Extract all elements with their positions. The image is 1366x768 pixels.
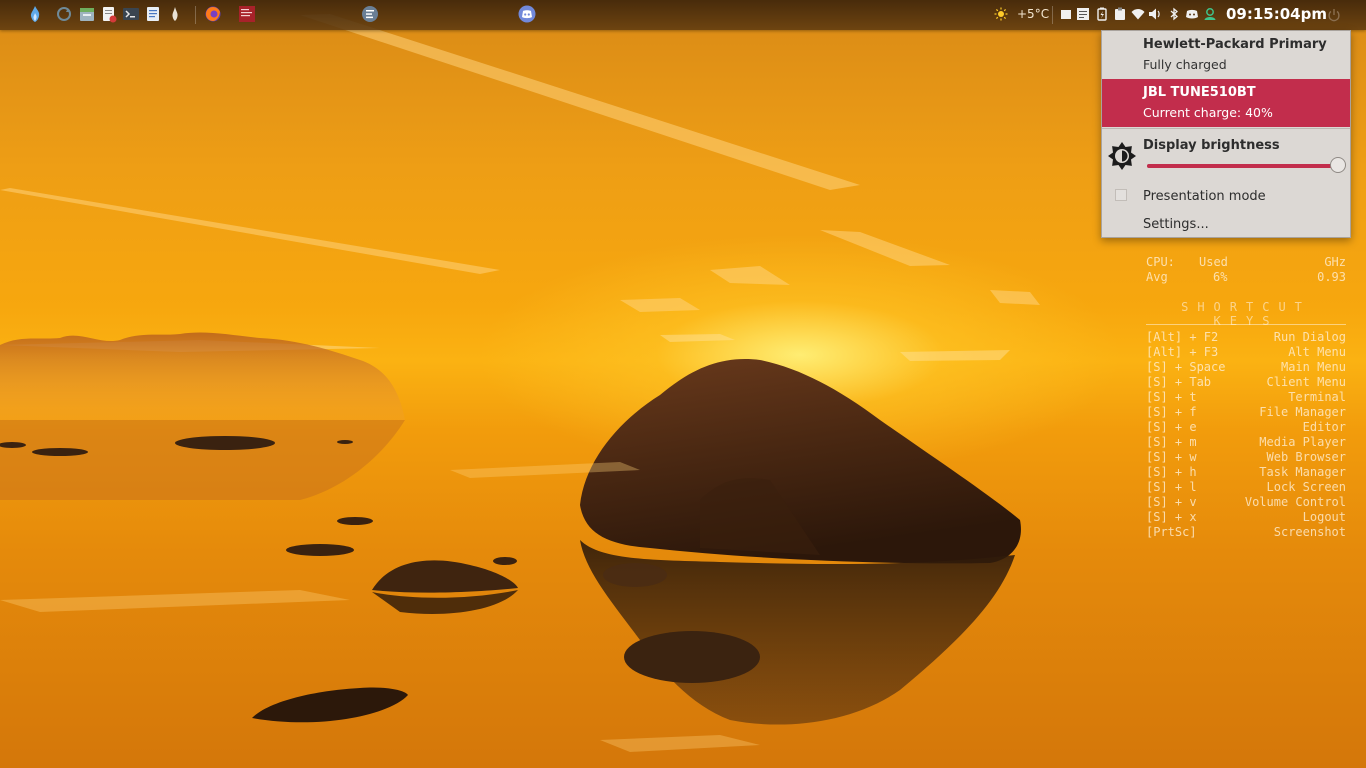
shortcut-key: [S] + Tab xyxy=(1146,375,1212,389)
file-manager-icon[interactable] xyxy=(78,5,96,23)
temperature-label[interactable]: +5°C xyxy=(1017,7,1049,21)
discord-tray-icon[interactable] xyxy=(1185,7,1199,21)
cpu-header-row: CPU: Used GHz xyxy=(1146,255,1346,270)
shortcut-row: [S] + Space Main Menu xyxy=(1146,360,1346,375)
cpu-avg-ghz: 0.93 xyxy=(1317,270,1346,284)
shortcut-row: [Alt] + F3 Alt Menu xyxy=(1146,345,1346,360)
settings-link[interactable]: Settings... xyxy=(1143,217,1209,232)
brightness-label: Display brightness xyxy=(1143,138,1280,153)
notes-icon[interactable] xyxy=(1076,7,1090,21)
shortcut-key: [S] + x xyxy=(1146,510,1197,524)
device-title: Hewlett-Packard Primary xyxy=(1143,37,1327,52)
shortcut-row: [S] + h Task Manager xyxy=(1146,465,1346,480)
shortcut-row: [S] + v Volume Control xyxy=(1146,495,1346,510)
terminal-icon[interactable] xyxy=(122,5,140,23)
window-icon[interactable] xyxy=(1059,7,1073,21)
battery-device-hewlett-packard[interactable]: Hewlett-Packard Primary Fully charged xyxy=(1102,31,1350,79)
battery-icon[interactable] xyxy=(1095,7,1109,21)
document-icon[interactable] xyxy=(144,5,162,23)
clipboard-icon[interactable] xyxy=(1113,7,1127,21)
device-status: Fully charged xyxy=(1143,57,1227,72)
shortcut-action: Lock Screen xyxy=(1266,480,1346,494)
brightness-icon xyxy=(1108,142,1136,170)
shortcut-row: [S] + l Lock Screen xyxy=(1146,480,1346,495)
shortcut-action: Alt Menu xyxy=(1288,345,1346,359)
shortcut-action: Run Dialog xyxy=(1273,330,1346,344)
shortcut-action: Volume Control xyxy=(1244,495,1346,509)
shortcut-key: [S] + t xyxy=(1146,390,1197,404)
shortcut-key: [PrtSc] xyxy=(1146,525,1197,539)
shortcut-divider xyxy=(1146,324,1346,325)
task-list-icon[interactable] xyxy=(361,5,379,23)
shortcut-row: [S] + e Editor xyxy=(1146,420,1346,435)
shortcut-key: [S] + e xyxy=(1146,420,1197,434)
shortcut-action: Logout xyxy=(1302,510,1346,524)
shortcut-action: Media Player xyxy=(1259,435,1346,449)
shortcut-row: [S] + f File Manager xyxy=(1146,405,1346,420)
cpu-avg-used: 6% xyxy=(1213,270,1228,284)
shortcut-key: [Alt] + F2 xyxy=(1146,330,1219,344)
battery-device-jbl[interactable]: JBL TUNE510BT Current charge: 40% xyxy=(1102,79,1350,127)
red-app-icon[interactable] xyxy=(238,5,256,23)
top-panel: +5°C 09:15:04pm xyxy=(0,0,1366,30)
cpu-avg-row: Avg 6% 0.93 xyxy=(1146,270,1346,285)
vpn-icon[interactable] xyxy=(1203,7,1217,21)
shortcut-key: [S] + m xyxy=(1146,435,1197,449)
cpu-avg-label: Avg xyxy=(1146,270,1168,284)
device-title: JBL TUNE510BT xyxy=(1143,85,1256,100)
brightness-slider-handle[interactable] xyxy=(1330,157,1347,173)
brightness-slider[interactable] xyxy=(1147,157,1347,173)
shortcut-action: Web Browser xyxy=(1266,450,1346,464)
power-icon[interactable] xyxy=(1327,8,1341,22)
clock[interactable]: 09:15:04pm xyxy=(1226,5,1327,23)
flame-menu-icon[interactable] xyxy=(26,5,44,23)
shortcut-row: [Alt] + F2 Run Dialog xyxy=(1146,330,1346,345)
brightness-slider-fill xyxy=(1147,164,1339,168)
bluetooth-icon[interactable] xyxy=(1167,7,1181,21)
shortcut-key: [S] + f xyxy=(1146,405,1197,419)
shortcut-action: Main Menu xyxy=(1280,360,1346,374)
shortcut-row: [S] + x Logout xyxy=(1146,510,1346,525)
presentation-mode-checkbox[interactable] xyxy=(1115,189,1127,201)
shortcut-action: Terminal xyxy=(1288,390,1346,404)
device-status: Current charge: 40% xyxy=(1143,105,1273,120)
shortcut-row: [S] + m Media Player xyxy=(1146,435,1346,450)
shortcut-key: [Alt] + F3 xyxy=(1146,345,1219,359)
firefox-icon[interactable] xyxy=(204,5,222,23)
wifi-icon[interactable] xyxy=(1131,7,1145,21)
volume-icon[interactable] xyxy=(1148,7,1162,21)
shortcut-action: File Manager xyxy=(1259,405,1346,419)
panel-separator xyxy=(1052,6,1053,24)
shortcut-action: Task Manager xyxy=(1259,465,1346,479)
sun-icon[interactable] xyxy=(994,7,1008,21)
cpu-ghz-header: GHz xyxy=(1324,255,1346,269)
shortcut-action: Editor xyxy=(1302,420,1346,434)
shortcut-row: [S] + w Web Browser xyxy=(1146,450,1346,465)
shortcut-key: [S] + v xyxy=(1146,495,1197,509)
shortcut-row: [S] + t Terminal xyxy=(1146,390,1346,405)
discord-icon[interactable] xyxy=(518,5,536,23)
shortcut-key: [S] + Space xyxy=(1146,360,1226,374)
presentation-mode-row[interactable]: Presentation mode xyxy=(1102,183,1350,211)
brightness-section: Display brightness xyxy=(1102,128,1350,183)
refresh-icon[interactable] xyxy=(55,5,73,23)
shortcut-row: [S] + Tab Client Menu xyxy=(1146,375,1346,390)
shortcut-action: Screenshot xyxy=(1273,525,1346,539)
presentation-mode-label: Presentation mode xyxy=(1143,189,1266,204)
shortcut-key: [S] + l xyxy=(1146,480,1197,494)
cpu-label: CPU: xyxy=(1146,255,1175,269)
shortcut-action: Client Menu xyxy=(1266,375,1346,389)
shortcut-key: [S] + h xyxy=(1146,465,1197,479)
power-popup: Hewlett-Packard Primary Fully charged JB… xyxy=(1101,30,1351,238)
text-editor-icon[interactable] xyxy=(100,5,118,23)
shortcut-row: [PrtSc] Screenshot xyxy=(1146,525,1346,540)
cpu-used-header: Used xyxy=(1199,255,1228,269)
shortcut-key: [S] + w xyxy=(1146,450,1197,464)
small-flame-icon[interactable] xyxy=(166,5,184,23)
panel-separator xyxy=(195,6,196,24)
